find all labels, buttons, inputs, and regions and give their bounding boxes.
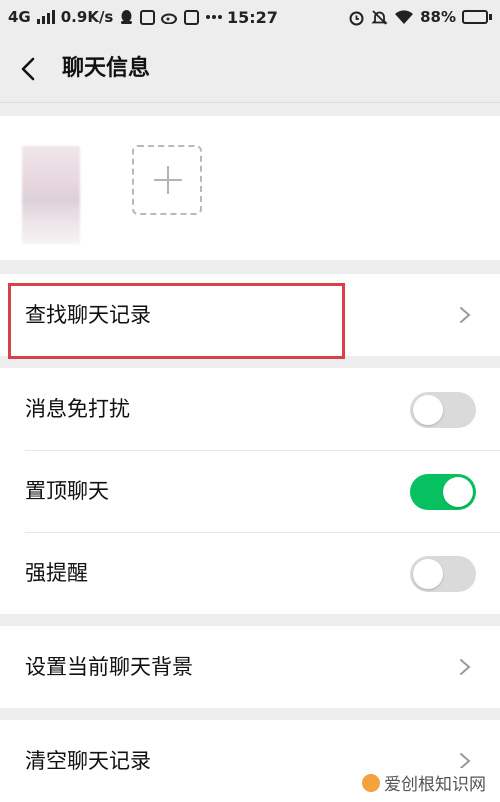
more-notifications-icon xyxy=(206,15,223,19)
status-time: 15:27 xyxy=(227,8,278,27)
toggle-knob xyxy=(413,395,443,425)
pin-label: 置顶聊天 xyxy=(25,479,109,503)
status-right: 88% xyxy=(348,8,492,26)
toggle-knob xyxy=(443,477,473,507)
chevron-right-icon xyxy=(460,659,471,675)
strong-remind-row: 强提醒 xyxy=(0,532,500,614)
network-speed: 0.9K/s xyxy=(60,8,114,26)
watermark-logo-icon xyxy=(362,773,380,792)
strong-remind-toggle[interactable] xyxy=(410,556,476,592)
members-section xyxy=(0,116,500,260)
toggle-card: 消息免打扰 置顶聊天 强提醒 xyxy=(0,368,500,614)
wifi-icon xyxy=(395,10,414,24)
plus-icon-vertical xyxy=(167,166,169,194)
header: 聊天信息 xyxy=(0,36,500,102)
network-type: 4G xyxy=(8,8,31,26)
mute-toggle[interactable] xyxy=(410,392,476,428)
qq-icon xyxy=(121,10,133,24)
battery-icon xyxy=(462,10,492,24)
strong-remind-label: 强提醒 xyxy=(25,561,88,585)
mute-row: 消息免打扰 xyxy=(0,368,500,450)
find-history-card: 查找聊天记录 xyxy=(0,274,500,356)
mute-label: 消息免打扰 xyxy=(25,397,130,421)
find-history-label: 查找聊天记录 xyxy=(25,303,151,327)
mute-bell-icon xyxy=(371,9,388,25)
page-title: 聊天信息 xyxy=(62,56,151,81)
battery-percent: 88% xyxy=(420,8,456,26)
watermark-text: 爱创根知识网 xyxy=(384,775,486,795)
avatar[interactable] xyxy=(22,146,80,244)
clear-history-label: 清空聊天记录 xyxy=(25,749,151,773)
pin-toggle[interactable] xyxy=(410,474,476,510)
app-icon xyxy=(140,9,156,25)
app-icon-2 xyxy=(184,9,200,25)
watermark: 爱创根知识网 xyxy=(356,768,492,797)
find-history-row[interactable]: 查找聊天记录 xyxy=(0,274,500,356)
signal-icon xyxy=(36,10,55,24)
weibo-icon xyxy=(161,13,178,24)
header-divider xyxy=(0,102,500,103)
status-bar: 4G 0.9K/s 15:27 88% xyxy=(0,0,500,36)
status-left: 4G 0.9K/s xyxy=(8,8,223,26)
pin-row: 置顶聊天 xyxy=(0,450,500,532)
chevron-right-icon xyxy=(460,307,471,323)
alarm-icon xyxy=(349,11,364,25)
add-member-button[interactable] xyxy=(132,145,202,215)
set-background-row[interactable]: 设置当前聊天背景 xyxy=(0,626,500,708)
chevron-left-icon[interactable] xyxy=(14,54,44,84)
background-card: 设置当前聊天背景 xyxy=(0,626,500,708)
toggle-knob xyxy=(413,559,443,589)
set-background-label: 设置当前聊天背景 xyxy=(25,655,193,679)
